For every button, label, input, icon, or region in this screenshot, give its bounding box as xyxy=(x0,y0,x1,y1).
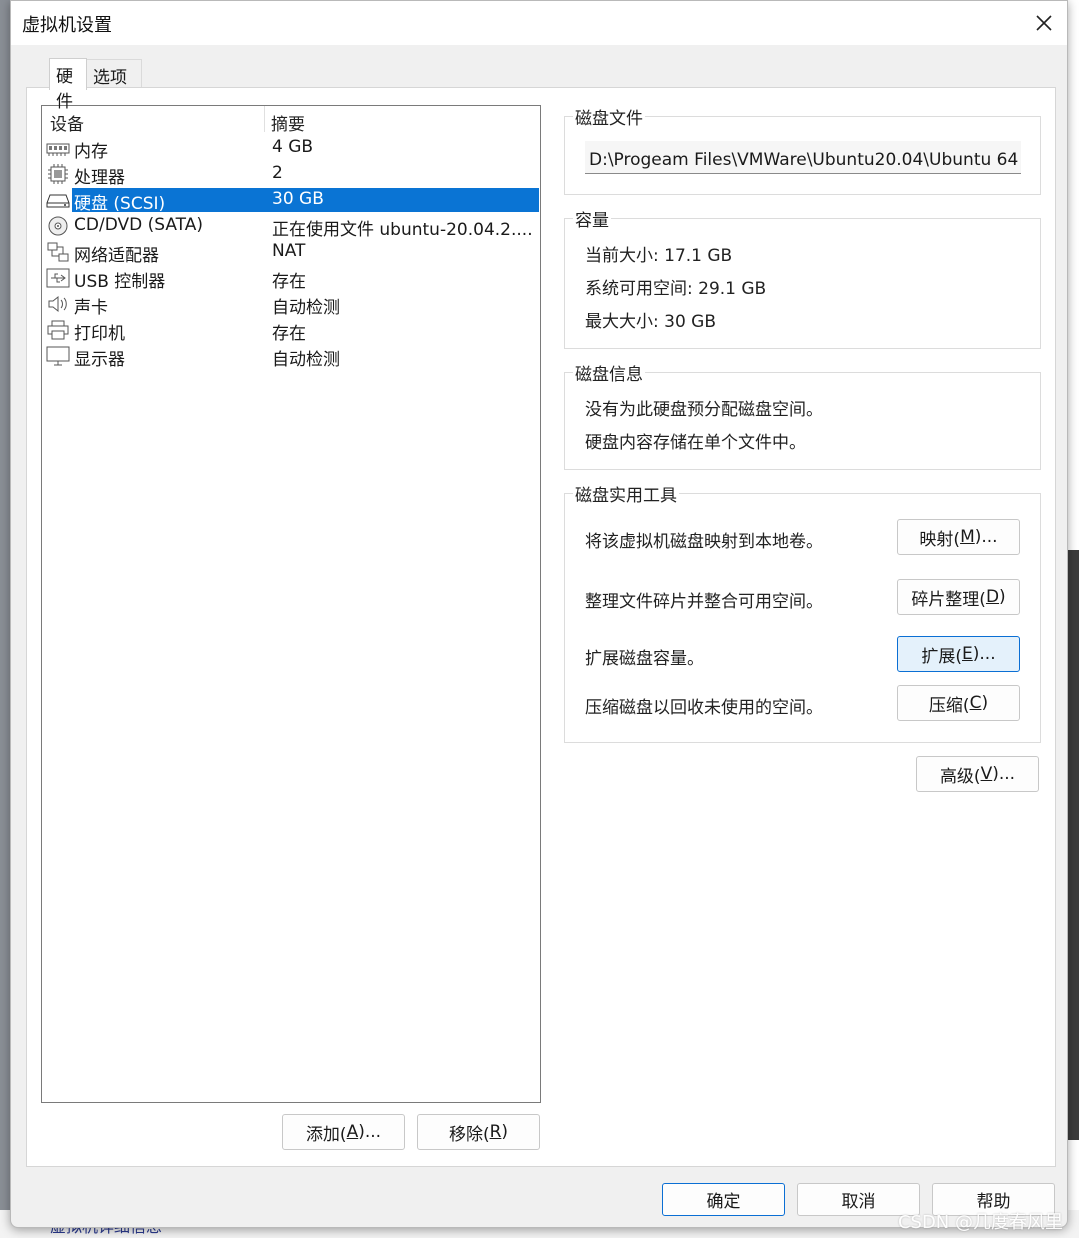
title-bar: 虚拟机设置 xyxy=(11,1,1067,45)
vm-settings-dialog: 虚拟机设置 硬件 选项 设备 摘要 内存 4 GB 处理器 2 硬盘 (SCSI… xyxy=(10,0,1068,1228)
device-summary: 正在使用文件 ubuntu-20.04.2.... xyxy=(272,220,533,240)
current-size-text: 当前大小: 17.1 GB xyxy=(585,246,733,266)
device-summary: 自动检测 xyxy=(272,350,340,370)
close-icon xyxy=(1036,15,1052,31)
group-title-disk-info: 磁盘信息 xyxy=(573,360,645,385)
close-button[interactable] xyxy=(1021,1,1067,45)
header-divider xyxy=(264,106,265,132)
monitor-icon xyxy=(46,346,70,366)
device-row-network[interactable]: 网络适配器 NAT xyxy=(45,240,539,266)
disk-file-path-field[interactable]: D:\Progeam Files\VMWare\Ubuntu20.04\Ubun… xyxy=(585,141,1021,174)
device-name: 打印机 xyxy=(74,324,125,344)
device-row-cd-dvd[interactable]: CD/DVD (SATA) 正在使用文件 ubuntu-20.04.2.... xyxy=(45,214,539,240)
device-name: USB 控制器 xyxy=(74,272,166,292)
device-row-memory[interactable]: 内存 4 GB xyxy=(45,136,539,162)
compact-description: 压缩磁盘以回收未使用的空间。 xyxy=(585,698,823,718)
device-row-sound[interactable]: 声卡 自动检测 xyxy=(45,292,539,318)
ok-button[interactable]: 确定 xyxy=(662,1183,785,1216)
printer-icon xyxy=(47,320,69,340)
device-summary: 自动检测 xyxy=(272,298,340,318)
device-summary: 30 GB xyxy=(272,189,324,209)
column-header-summary[interactable]: 摘要 xyxy=(271,110,305,135)
device-summary: NAT xyxy=(272,241,306,261)
defrag-description: 整理文件碎片并整合可用空间。 xyxy=(585,592,823,612)
memory-icon xyxy=(46,143,70,156)
remove-device-button[interactable]: 移除(R) xyxy=(417,1114,540,1150)
map-button[interactable]: 映射(M)... xyxy=(897,519,1020,555)
device-row-hard-disk[interactable]: 硬盘 (SCSI) 30 GB xyxy=(45,188,539,214)
group-title-utilities: 磁盘实用工具 xyxy=(573,481,679,506)
device-name: 声卡 xyxy=(74,298,108,318)
processor-icon xyxy=(48,164,68,184)
tab-options[interactable]: 选项 xyxy=(86,59,142,89)
device-name: 硬盘 (SCSI) xyxy=(74,194,166,214)
disk-utilities-group: 磁盘实用工具 将该虚拟机磁盘映射到本地卷。 映射(M)... 整理文件碎片并整合… xyxy=(564,481,1041,743)
device-row-processor[interactable]: 处理器 2 xyxy=(45,162,539,188)
device-name: 内存 xyxy=(74,142,108,162)
device-row-usb[interactable]: USB 控制器 存在 xyxy=(45,266,539,292)
advanced-button[interactable]: 高级(V)... xyxy=(916,756,1039,792)
map-description: 将该虚拟机磁盘映射到本地卷。 xyxy=(585,532,823,552)
hardware-tab-panel: 设备 摘要 内存 4 GB 处理器 2 硬盘 (SCSI) 30 GB CD/D… xyxy=(26,87,1056,1167)
cd-dvd-icon xyxy=(48,216,68,236)
dialog-title: 虚拟机设置 xyxy=(22,15,112,36)
disk-info-line-2: 硬盘内容存储在单个文件中。 xyxy=(585,433,806,453)
defragment-button[interactable]: 碎片整理(D) xyxy=(897,579,1020,615)
device-name: 处理器 xyxy=(74,168,125,188)
device-summary: 2 xyxy=(272,163,283,183)
device-summary: 存在 xyxy=(272,324,306,344)
hard-disk-icon xyxy=(46,194,70,208)
group-title-capacity: 容量 xyxy=(573,206,611,231)
speaker-icon xyxy=(48,295,67,313)
device-list[interactable]: 设备 摘要 内存 4 GB 处理器 2 硬盘 (SCSI) 30 GB CD/D… xyxy=(41,105,541,1103)
device-name: CD/DVD (SATA) xyxy=(74,215,203,235)
disk-info-group: 磁盘信息 没有为此硬盘预分配磁盘空间。 硬盘内容存储在单个文件中。 xyxy=(564,360,1041,470)
capacity-group: 容量 当前大小: 17.1 GB 系统可用空间: 29.1 GB 最大大小: 3… xyxy=(564,206,1041,349)
compact-button[interactable]: 压缩(C) xyxy=(897,685,1020,721)
max-size-text: 最大大小: 30 GB xyxy=(585,312,717,332)
expand-button[interactable]: 扩展(E)... xyxy=(897,636,1020,672)
device-summary: 4 GB xyxy=(272,137,314,157)
csdn-watermark: CSDN @几度春风里 xyxy=(897,1212,1063,1233)
available-space-text: 系统可用空间: 29.1 GB xyxy=(585,279,767,299)
usb-icon xyxy=(46,268,70,288)
device-summary: 存在 xyxy=(272,272,306,292)
disk-file-group: 磁盘文件 D:\Progeam Files\VMWare\Ubuntu20.04… xyxy=(564,104,1041,195)
expand-description: 扩展磁盘容量。 xyxy=(585,649,704,669)
device-name: 网络适配器 xyxy=(74,246,159,266)
tab-hardware[interactable]: 硬件 xyxy=(49,58,87,112)
group-title-disk-file: 磁盘文件 xyxy=(573,104,645,129)
device-row-printer[interactable]: 打印机 存在 xyxy=(45,318,539,344)
add-device-button[interactable]: 添加(A)... xyxy=(282,1114,405,1150)
disk-info-line-1: 没有为此硬盘预分配磁盘空间。 xyxy=(585,400,823,420)
network-icon xyxy=(47,242,69,262)
column-header-device[interactable]: 设备 xyxy=(50,110,84,135)
device-row-display[interactable]: 显示器 自动检测 xyxy=(45,344,539,370)
device-name: 显示器 xyxy=(74,350,125,370)
